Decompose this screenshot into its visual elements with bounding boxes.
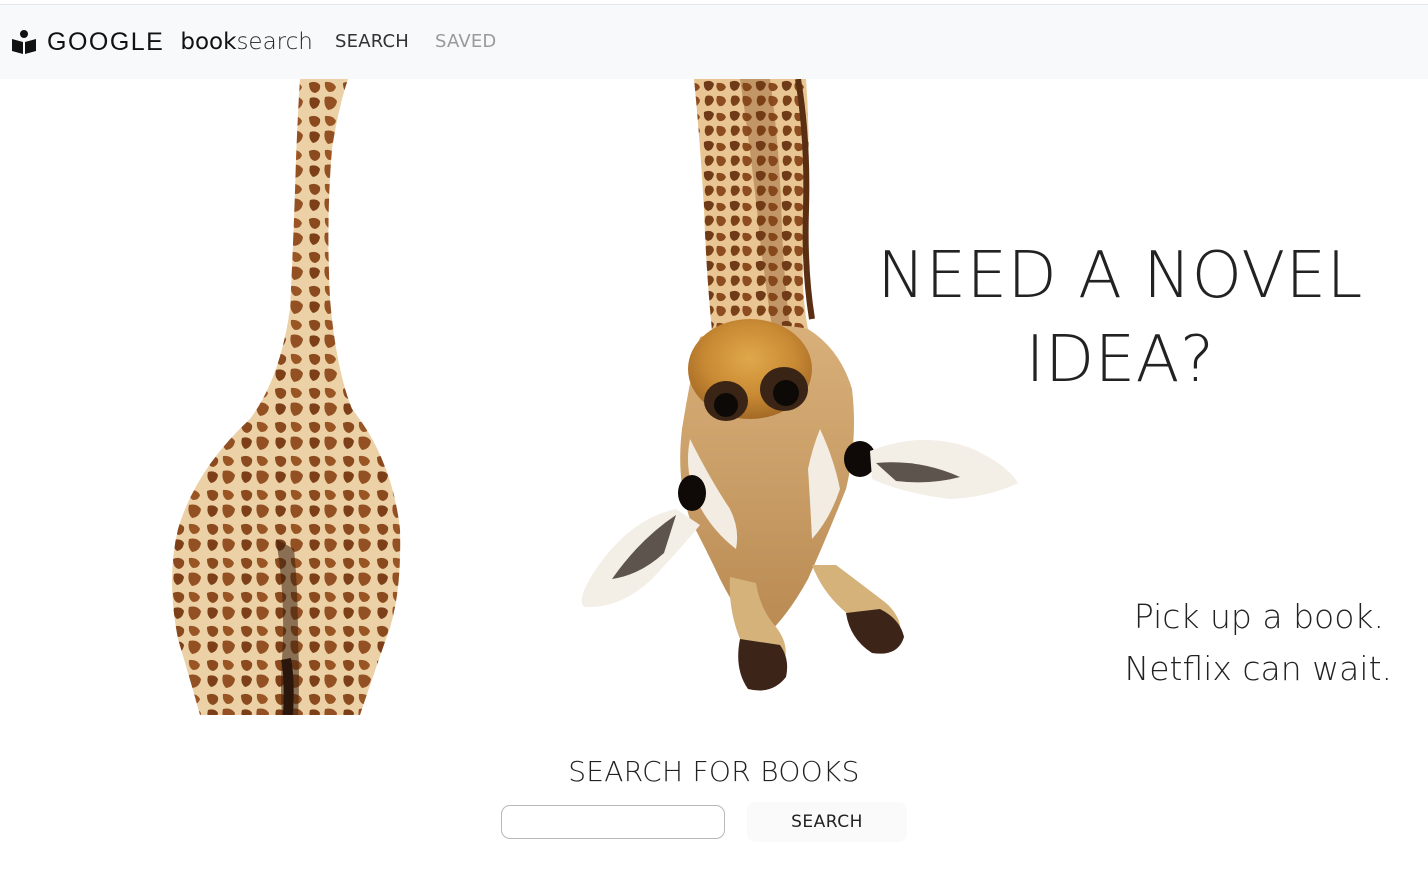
search-input[interactable] <box>501 805 725 839</box>
hero-tagline: Pick up a book. Netflix can wait. <box>1125 591 1392 695</box>
headline-line-2: IDEA? <box>1025 323 1215 397</box>
hero-banner: NEED A NOVEL IDEA? Pick up a book. Netfl… <box>0 79 1428 715</box>
navbar: GOOGLE book search SEARCH SAVED <box>0 5 1428 79</box>
tagline-line-1: Pick up a book. <box>1133 597 1384 636</box>
hero-headline: NEED A NOVEL IDEA? <box>840 234 1400 402</box>
tagline-line-2: Netflix can wait. <box>1124 649 1392 688</box>
brand[interactable]: GOOGLE book search <box>11 27 313 57</box>
search-section-title: SEARCH FOR BOOKS <box>568 755 860 788</box>
giraffe-rear-left <box>172 79 401 715</box>
nav-link-search[interactable]: SEARCH <box>335 31 409 52</box>
search-button[interactable]: SEARCH <box>747 802 907 842</box>
brand-book-text: book <box>180 29 237 55</box>
nav-link-saved[interactable]: SAVED <box>435 31 496 52</box>
brand-search-text: search <box>236 29 313 55</box>
brand-google-text: GOOGLE <box>47 27 165 56</box>
headline-line-1: NEED A NOVEL <box>877 239 1363 313</box>
book-reader-icon <box>12 30 36 54</box>
